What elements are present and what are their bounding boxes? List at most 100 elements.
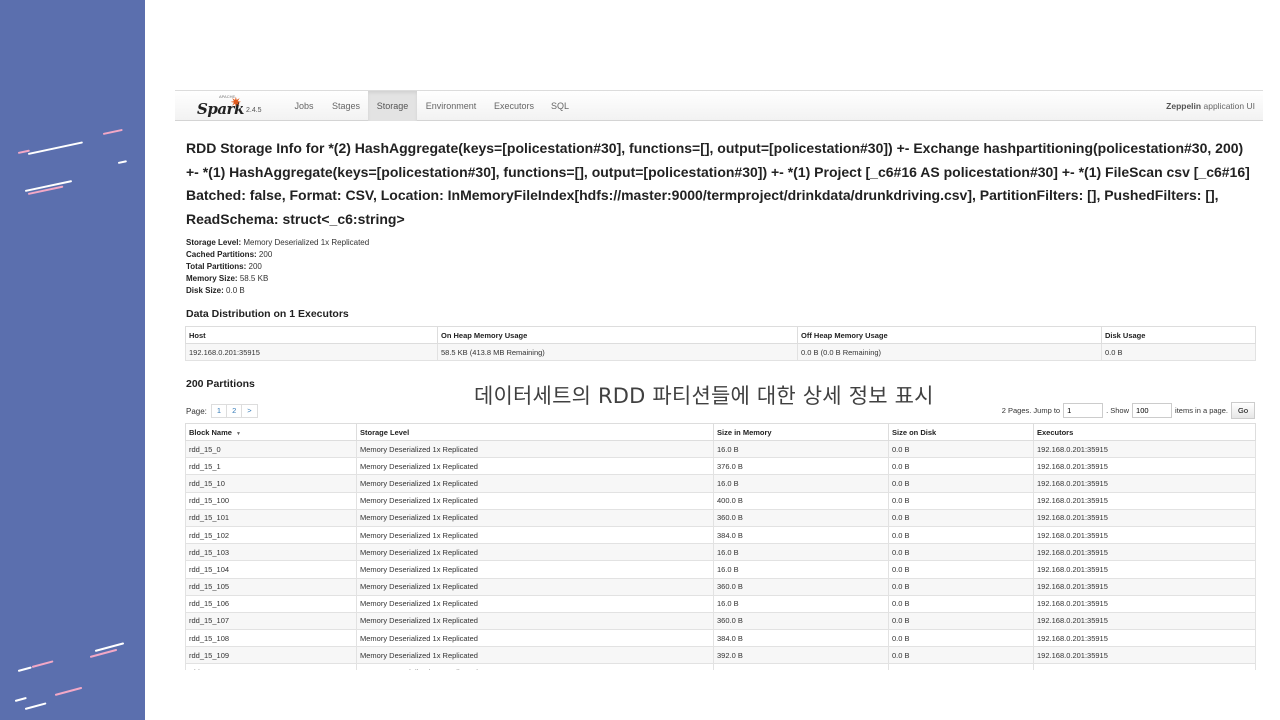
table-cell: Memory Deserialized 1x Replicated — [356, 663, 714, 670]
table-cell: 0.0 B — [888, 577, 1034, 596]
jump-to-page-input[interactable] — [1063, 403, 1104, 418]
table-cell: 0.0 B — [888, 525, 1034, 545]
table-row: rdd_15_104 Memory Deserialized 1x Replica… — [185, 560, 1256, 579]
spark-version: 2.4.5 — [246, 107, 262, 114]
show-label: . Show — [1106, 406, 1130, 415]
tab-storage[interactable]: Storage — [368, 91, 417, 121]
column-header-size-on-disk[interactable]: Size on Disk — [888, 423, 1034, 441]
table-cell: rdd_15_102 — [185, 525, 357, 545]
summary-label: Disk Size: — [186, 286, 224, 295]
summary-value: 0.0 B — [226, 286, 245, 295]
table-cell: 0.0 B — [888, 439, 1034, 459]
table-cell: 192.168.0.201:35915 — [1033, 646, 1256, 665]
spark-logo[interactable]: APACHE Spark ✷ 2.4.5 — [197, 94, 267, 120]
decorative-side-band — [0, 0, 145, 720]
summary-storage-level: Storage Level: Memory Deserialized 1x Re… — [186, 237, 369, 249]
table-row: rdd_15_1 Memory Deserialized 1x Replicate… — [185, 457, 1256, 476]
table-cell: Memory Deserialized 1x Replicated — [356, 594, 714, 613]
column-header-label: Block Name — [189, 427, 232, 437]
column-header-block-name[interactable]: Block Name ▼ — [185, 423, 357, 441]
partitions-table: Block Name ▼ Storage Level Size in Memory… — [185, 423, 1256, 670]
column-header-size-in-memory[interactable]: Size in Memory — [713, 423, 889, 441]
table-cell: Memory Deserialized 1x Replicated — [356, 543, 714, 562]
decorative-streak — [27, 141, 83, 155]
pages-count-text: 2 Pages. Jump to — [1001, 406, 1061, 415]
table-cell: 192.168.0.201:35915 — [1033, 577, 1256, 596]
column-header-on-heap[interactable]: On Heap Memory Usage — [437, 326, 798, 344]
table-cell: 0.0 B — [888, 663, 1034, 670]
table-cell: rdd_15_109 — [185, 646, 357, 665]
table-row: rdd_15_11Memory Deserialized 1x Replicat… — [185, 663, 1256, 670]
table-row: rdd_15_10 Memory Deserialized 1x Replicat… — [185, 474, 1256, 493]
table-header-row: Block Name ▼ Storage Level Size in Memory… — [185, 423, 1256, 441]
items-label: items in a page. — [1175, 406, 1228, 415]
table-cell: 192.168.0.201:35915 — [1033, 439, 1256, 459]
table-cell: 192.168.0.201:35915 — [1033, 611, 1256, 631]
table-row: rdd_15_109 Memory Deserialized 1x Replica… — [185, 646, 1256, 665]
table-cell: 16.0 B — [713, 594, 889, 613]
table-cell: 0.0 B — [888, 594, 1034, 613]
table-cell: 192.168.0.201:35915 — [1033, 594, 1256, 613]
table-cell: 58.5 KB (413.8 MB Remaining) — [437, 342, 798, 362]
summary-value: Memory Deserialized 1x Replicated — [243, 238, 370, 247]
table-cell: 0.0 B — [888, 491, 1034, 510]
table-cell: Memory Deserialized 1x Replicated — [356, 491, 714, 510]
slide-caption: 데이터세트의 RDD 파티션들에 대한 상세 정보 표시 — [474, 384, 934, 408]
page-link-1[interactable]: 1 — [210, 404, 228, 418]
table-cell: 360.0 B — [713, 577, 889, 596]
table-cell: 360.0 B — [713, 611, 889, 631]
table-row: rdd_15_103 Memory Deserialized 1x Replica… — [185, 543, 1256, 562]
page-title: RDD Storage Info for *(2) HashAggregate(… — [186, 140, 1250, 227]
tab-stages[interactable]: Stages — [326, 91, 366, 121]
table-header-row: Host On Heap Memory Usage Off Heap Memor… — [185, 326, 1256, 344]
page-link-2[interactable]: 2 — [226, 404, 243, 418]
decorative-streak — [14, 696, 27, 702]
table-cell: Memory Deserialized 1x Replicated — [356, 457, 714, 476]
table-cell: 16.0 B — [713, 439, 889, 459]
column-header-executors[interactable]: Executors — [1033, 423, 1256, 441]
page-size-input[interactable] — [1132, 403, 1173, 418]
table-row: rdd_15_100 Memory Deserialized 1x Replica… — [185, 491, 1256, 510]
table-cell: 0.0 B — [888, 457, 1034, 476]
partitions-heading: 200 Partitions — [186, 378, 255, 390]
tab-sql[interactable]: SQL — [546, 91, 574, 121]
table-cell: Memory Deserialized 1x Replicated — [356, 474, 714, 493]
table-row: rdd_15_0 Memory Deserialized 1x Replicate… — [185, 439, 1256, 459]
table-cell: 376.0 B — [713, 457, 889, 476]
table-cell: rdd_15_10 — [185, 474, 357, 493]
column-header-off-heap[interactable]: Off Heap Memory Usage — [797, 326, 1102, 344]
table-cell: rdd_15_108 — [185, 629, 357, 648]
table-cell: rdd_15_105 — [185, 577, 357, 596]
page-next-link[interactable]: > — [241, 404, 258, 418]
tab-executors[interactable]: Executors — [489, 91, 539, 121]
summary-label: Cached Partitions: — [186, 250, 257, 259]
table-cell: 192.168.0.201:35915 — [1033, 508, 1256, 527]
tab-jobs[interactable]: Jobs — [287, 91, 321, 121]
table-cell: 0.0 B — [888, 474, 1034, 493]
table-cell: 0.0 B — [1101, 342, 1256, 362]
pagination: Page: 1 2 > — [186, 404, 258, 418]
go-button[interactable]: Go — [1230, 402, 1255, 419]
app-name: Zeppelin application UI — [1166, 91, 1255, 121]
column-header-host[interactable]: Host — [185, 326, 438, 344]
page-size-form: 2 Pages. Jump to . Show items in a page.… — [1002, 402, 1255, 419]
column-header-storage-level[interactable]: Storage Level — [356, 423, 714, 441]
table-cell: 192.168.0.201:35915 — [185, 342, 438, 362]
tab-environment[interactable]: Environment — [422, 91, 480, 121]
table-cell: Memory Deserialized 1x Replicated — [356, 508, 714, 527]
summary-label: Memory Size: — [186, 274, 238, 283]
summary-label: Storage Level: — [186, 238, 242, 247]
table-cell: 16.0 B — [713, 560, 889, 579]
spark-star-icon: ✷ — [230, 94, 242, 110]
storage-summary: Storage Level: Memory Deserialized 1x Re… — [186, 237, 369, 297]
column-header-disk-usage[interactable]: Disk Usage — [1101, 326, 1256, 344]
table-cell: 0.0 B — [888, 629, 1034, 648]
executors-table: Host On Heap Memory Usage Off Heap Memor… — [185, 326, 1256, 362]
table-cell: 192.168.0.201:35915 — [1033, 629, 1256, 648]
table-row: rdd_15_101 Memory Deserialized 1x Replica… — [185, 508, 1256, 527]
table-row: rdd_15_107 Memory Deserialized 1x Replica… — [185, 611, 1256, 631]
decorative-streak — [17, 666, 32, 672]
table-cell: rdd_15_100 — [185, 491, 357, 510]
summary-disk-size: Disk Size: 0.0 B — [186, 285, 369, 297]
table-cell: Memory Deserialized 1x Replicated — [356, 525, 714, 545]
